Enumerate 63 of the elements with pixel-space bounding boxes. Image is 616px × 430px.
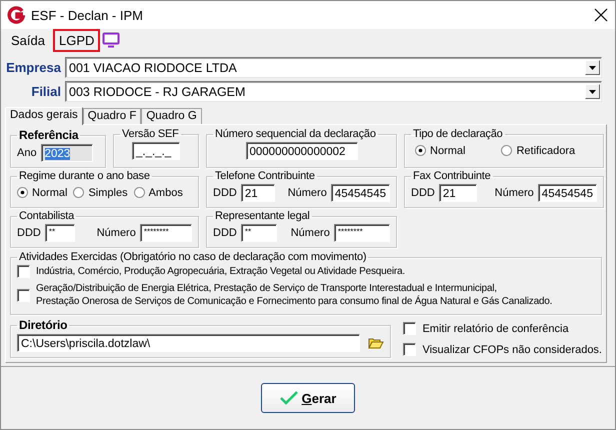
checkbox[interactable] [403,322,416,335]
field-label: Número [288,186,327,198]
checkbox-label: Indústria, Comércio, Produção Agropecuária, Extração Vegetal ou Atividade Pesqueira. [36,265,405,278]
monitor-icon[interactable] [102,32,120,48]
ddd-field[interactable]: 21 [240,184,275,202]
ddd-field[interactable]: 21 [438,184,478,202]
version-field[interactable]: _._._._ [132,142,180,160]
menu-item[interactable]: LGPD [52,28,100,52]
number-field[interactable]: 45454545 [330,184,390,202]
number-field[interactable]: 45454545 [538,184,597,202]
group-title: Número sequencial da declaração [214,128,377,140]
radio-option[interactable]: Normal [415,144,466,156]
field-label: DDD [213,186,237,198]
menu-item[interactable]: Saída [5,28,51,52]
group-title: Telefone Contribuinte [214,170,316,182]
field-label: Número [290,226,330,238]
checkbox[interactable] [17,265,30,278]
year-field[interactable]: 2023 [40,144,93,162]
field-label: Número [96,226,136,238]
close-icon[interactable] [593,7,609,23]
number-field[interactable]: ******** [334,224,390,242]
checkbox-label: Visualizar CFOPs não considerados. [422,344,602,356]
radio-option[interactable]: Normal [17,186,68,198]
group-title: Representante legal [214,210,311,222]
field-label: DDD [17,226,41,238]
field-label: Filial [30,84,61,99]
checkmark-icon [280,391,298,405]
group-title: Atividades Exercidas (Obrigatório no caso de declaração com movimento) [18,251,368,263]
generate-button[interactable]: Gerar [261,383,355,413]
group-title: Regime durante o ano base [18,170,151,182]
folder-icon[interactable] [368,336,384,348]
dropdown-arrow-icon [589,90,596,94]
number-field[interactable]: ******** [140,224,192,242]
field-label: Número [494,186,534,198]
sequence-field[interactable]: 000000000000002 [246,142,358,160]
empresa-dropdown[interactable]: 001 VIACAO RIODOCE LTDA [65,57,602,78]
field-label: Empresa [5,60,61,75]
tab[interactable]: Quadro G [141,108,202,124]
filial-dropdown[interactable]: 003 RIODOCE - RJ GARAGEM [65,81,602,102]
field-label: DDD [213,226,237,238]
radio-option[interactable]: Ambos [134,186,183,198]
app-logo-icon [7,6,25,24]
field-label: DDD [411,186,435,198]
checkbox-label: Geração/Distribuição de Energia Elétrica, Prestação de Serviço de Transporte Interestadual e Intermunicipal, Prestação Onerosa de Serviços de Comunicação e Fornecimento para consumo final de Água Natural e Gás Canalizado. [36,282,552,308]
checkbox[interactable] [403,343,416,356]
window-title: ESF - Declan - IPM [31,8,144,22]
group-title: Referência [18,128,80,142]
field-label: Ano [17,146,37,158]
radio-option[interactable]: Retificadora [501,144,576,156]
checkbox-label: Emitir relatório de conferência [422,322,569,334]
directory-field[interactable]: C:\Users\priscila.dotzlaw\ [17,334,360,352]
group-title: Contabilista [18,210,76,222]
ddd-field[interactable]: ** [240,224,278,242]
group-title: Fax Contribuinte [412,170,492,182]
ddd-field[interactable]: ** [44,224,75,242]
group-title: Diretório [18,318,68,332]
checkbox[interactable] [17,288,30,302]
dropdown-arrow-icon [589,66,596,70]
group-title: Versão SEF [121,128,180,140]
group-title: Tipo de declaração [412,128,504,140]
tab[interactable]: Quadro F [82,108,142,124]
radio-option[interactable]: Simples [73,186,128,198]
tab[interactable]: Dados gerais [5,107,83,125]
